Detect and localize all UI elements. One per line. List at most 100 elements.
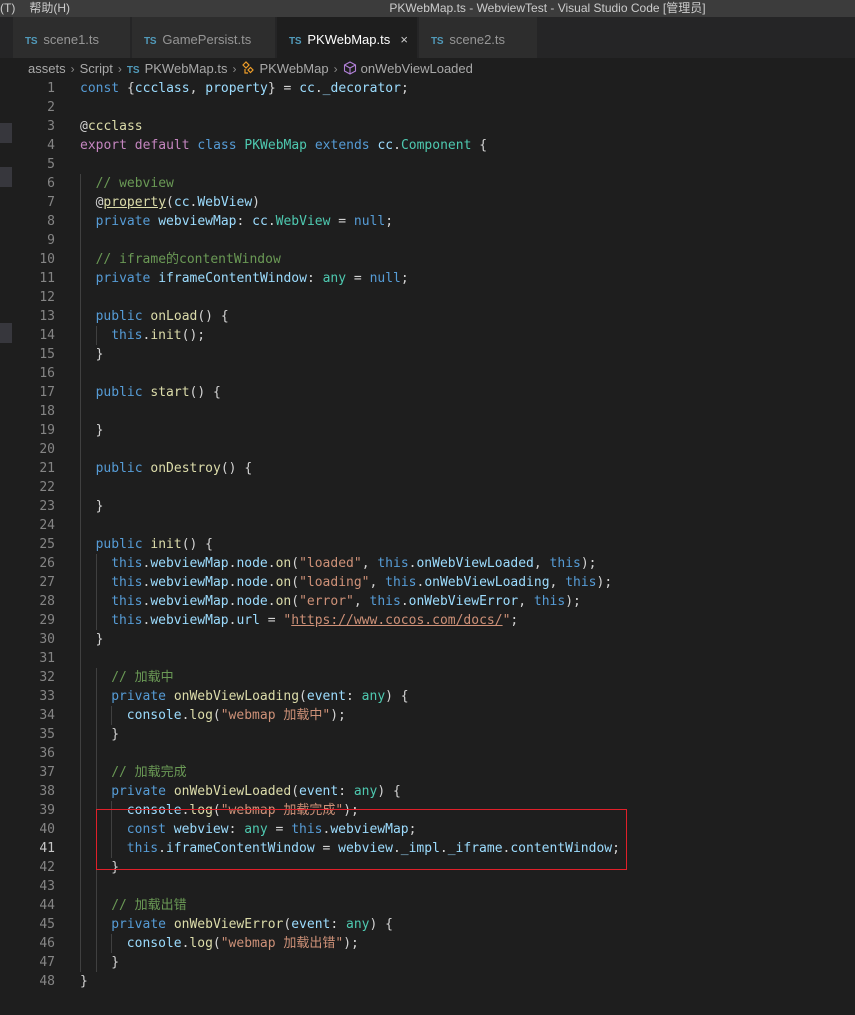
breadcrumb-item-script[interactable]: Script bbox=[80, 61, 113, 76]
code-token: ) bbox=[252, 195, 260, 210]
code-line[interactable]: 18 bbox=[0, 402, 855, 421]
code-line[interactable]: 48} bbox=[0, 972, 855, 991]
code-token: = bbox=[314, 841, 339, 856]
chevron-right-icon: › bbox=[232, 62, 237, 76]
code-line[interactable]: 35} bbox=[0, 725, 855, 744]
breadcrumb-item-method[interactable]: onWebViewLoaded bbox=[361, 61, 473, 76]
code-token: , bbox=[353, 594, 370, 609]
close-icon[interactable]: × bbox=[400, 17, 408, 63]
chevron-right-icon: › bbox=[333, 62, 338, 76]
line-number: 35 bbox=[39, 727, 55, 742]
line-number: 48 bbox=[39, 974, 55, 989]
code-line[interactable]: 22 bbox=[0, 478, 855, 497]
code-token: cc bbox=[377, 138, 394, 153]
tab-scene1[interactable]: TS scene1.ts bbox=[13, 17, 130, 58]
code-line[interactable]: 44 // 加载出错 bbox=[0, 896, 855, 915]
code-line[interactable]: 28 this.webviewMap.node.on("error", this.… bbox=[0, 592, 855, 611]
code-line[interactable]: 26 this.webviewMap.node.on("loaded", this… bbox=[0, 554, 855, 573]
code-token: this bbox=[111, 556, 143, 571]
code-line[interactable]: 30} bbox=[0, 630, 855, 649]
code-line[interactable]: 36 bbox=[0, 744, 855, 763]
chevron-right-icon: › bbox=[70, 62, 75, 76]
code-token: console bbox=[126, 803, 182, 818]
code-token: log bbox=[189, 708, 213, 723]
code-line[interactable]: 4 export default class PKWebMap extends c… bbox=[0, 136, 855, 155]
code-line[interactable]: 20 bbox=[0, 440, 855, 459]
code-line[interactable]: 37 // 加载完成 bbox=[0, 763, 855, 782]
indent-guide bbox=[111, 820, 113, 839]
code-line[interactable]: 2 bbox=[0, 98, 855, 117]
code-line[interactable]: 42} bbox=[0, 858, 855, 877]
code-line[interactable]: 3 @ccclass bbox=[0, 117, 855, 136]
breadcrumb-item-class[interactable]: PKWebMap bbox=[259, 61, 328, 76]
code-token: onWebViewLoaded bbox=[173, 784, 292, 799]
breadcrumb-item-assets[interactable]: assets bbox=[28, 61, 66, 76]
indent-guide bbox=[80, 516, 81, 535]
tab-pkwebmap[interactable]: TS PKWebMap.ts × bbox=[277, 17, 417, 58]
code-line[interactable]: 11 private iframeContentWindow: any = nul… bbox=[0, 269, 855, 288]
code-token: : bbox=[236, 214, 253, 229]
code-line[interactable]: 38 private onWebViewLoaded(event: any) { bbox=[0, 782, 855, 801]
code-line[interactable]: 34 console.log("webmap 加载中"); bbox=[0, 706, 855, 725]
code-token: () { bbox=[220, 461, 253, 476]
code-line[interactable]: 1 const {ccclass, property} = cc._decorat… bbox=[0, 79, 855, 98]
code-token: ; bbox=[408, 822, 417, 837]
typescript-file-icon: TS bbox=[126, 65, 140, 76]
code-line[interactable]: 41 this.iframeContentWindow = webview._im… bbox=[0, 839, 855, 858]
code-token: ( bbox=[291, 784, 300, 799]
code-line[interactable]: 9 bbox=[0, 231, 855, 250]
code-text: this.webviewMap.node.on("error", this.on… bbox=[111, 592, 581, 611]
code-line[interactable]: 24 bbox=[0, 516, 855, 535]
code-line[interactable]: 45 private onWebViewError(event: any) { bbox=[0, 915, 855, 934]
code-line[interactable]: 19} bbox=[0, 421, 855, 440]
line-number: 30 bbox=[39, 632, 55, 647]
code-token: "loading" bbox=[299, 575, 370, 590]
code-line[interactable]: 16 bbox=[0, 364, 855, 383]
tab-scene2[interactable]: TS scene2.ts bbox=[419, 17, 537, 58]
line-number: 15 bbox=[39, 347, 55, 362]
code-line[interactable]: 46 console.log("webmap 加载出错"); bbox=[0, 934, 855, 953]
code-line[interactable]: 25 public init() { bbox=[0, 535, 855, 554]
code-line[interactable]: 39 console.log("webmap 加载完成"); bbox=[0, 801, 855, 820]
code-token: : bbox=[330, 917, 347, 932]
code-token: } bbox=[95, 347, 104, 362]
code-line[interactable]: 10 // iframe的contentWindow bbox=[0, 250, 855, 269]
code-token: null bbox=[369, 271, 401, 286]
indent-guide bbox=[95, 839, 97, 858]
code-line[interactable]: 43 bbox=[0, 877, 855, 896]
code-line[interactable]: 7 @property(cc.WebView) bbox=[0, 193, 855, 212]
code-text: } bbox=[96, 345, 104, 364]
code-token: onWebViewLoading bbox=[424, 575, 550, 590]
code-line[interactable]: 33 private onWebViewLoading(event: any) { bbox=[0, 687, 855, 706]
code-text: const {ccclass, property} = cc._decorato… bbox=[80, 79, 409, 98]
line-number: 17 bbox=[39, 385, 55, 400]
code-token: : bbox=[228, 822, 245, 837]
code-line[interactable]: 29 this.webviewMap.url = "https://www.coc… bbox=[0, 611, 855, 630]
code-token: ); bbox=[343, 803, 359, 818]
code-token: this bbox=[291, 822, 323, 837]
code-line[interactable]: 32 // 加载中 bbox=[0, 668, 855, 687]
code-editor[interactable]: 1 const {ccclass, property} = cc._decorat… bbox=[0, 80, 855, 1015]
code-token: any bbox=[361, 689, 386, 704]
code-text: private iframeContentWindow: any = null; bbox=[96, 269, 409, 288]
code-line[interactable]: 17 public start() { bbox=[0, 383, 855, 402]
code-line[interactable]: 6 // webview bbox=[0, 174, 855, 193]
code-line[interactable]: 8 private webviewMap: cc.WebView = null; bbox=[0, 212, 855, 231]
indent-guide bbox=[80, 573, 81, 592]
code-line[interactable]: 23} bbox=[0, 497, 855, 516]
code-token: this bbox=[533, 594, 566, 609]
code-line[interactable]: 40 const webview: any = this.webviewMap; bbox=[0, 820, 855, 839]
code-line[interactable]: 21 public onDestroy() { bbox=[0, 459, 855, 478]
code-line[interactable]: 14 this.init(); bbox=[0, 326, 855, 345]
editor-tab-bar: TS scene1.ts TS GamePersist.ts TS PKWebMap.… bbox=[0, 17, 855, 58]
code-line[interactable]: 15} bbox=[0, 345, 855, 364]
indent-guide bbox=[80, 934, 81, 953]
code-line[interactable]: 27 this.webviewMap.node.on("loading", thi… bbox=[0, 573, 855, 592]
breadcrumb-item-file[interactable]: PKWebMap.ts bbox=[145, 61, 228, 76]
code-line[interactable]: 47} bbox=[0, 953, 855, 972]
code-line[interactable]: 31 bbox=[0, 649, 855, 668]
code-line[interactable]: 13 public onLoad() { bbox=[0, 307, 855, 326]
code-line[interactable]: 5 bbox=[0, 155, 855, 174]
code-line[interactable]: 12 bbox=[0, 288, 855, 307]
tab-gamepersist[interactable]: TS GamePersist.ts bbox=[132, 17, 275, 58]
